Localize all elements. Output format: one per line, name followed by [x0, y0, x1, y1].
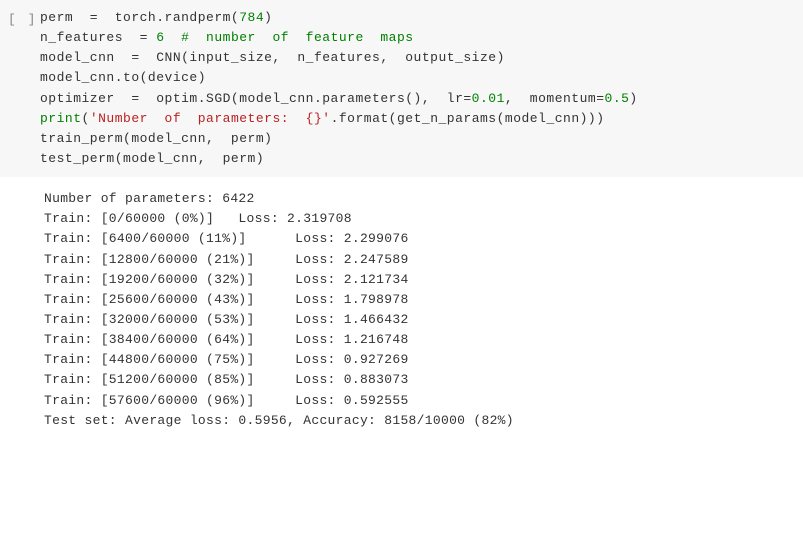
code-number: 0.5: [605, 91, 630, 106]
code-comment: # number of feature maps: [181, 30, 413, 45]
output-line: Train: [32000/60000 (53%)] Loss: 1.46643…: [44, 310, 795, 330]
code-line: n_features = 6 # number of feature maps: [40, 28, 795, 48]
code-string: 'Number of parameters: {}': [90, 111, 331, 126]
code-text: ): [629, 91, 637, 106]
output-line: Train: [38400/60000 (64%)] Loss: 1.21674…: [44, 330, 795, 350]
output-line: Number of parameters: 6422: [44, 189, 795, 209]
code-line: perm = torch.randperm(784): [40, 8, 795, 28]
code-number: 6: [156, 30, 164, 45]
code-number: 0.01: [472, 91, 505, 106]
code-text: perm = torch.randperm(: [40, 10, 239, 25]
code-builtin: print: [40, 111, 82, 126]
code-text: [165, 30, 182, 45]
code-line: train_perm(model_cnn, perm): [40, 129, 795, 149]
cell-output: Number of parameters: 6422 Train: [0/600…: [0, 177, 803, 443]
output-line: Train: [57600/60000 (96%)] Loss: 0.59255…: [44, 391, 795, 411]
code-cell[interactable]: [ ] perm = torch.randperm(784) n_feature…: [0, 0, 803, 177]
code-editor[interactable]: perm = torch.randperm(784) n_features = …: [40, 8, 803, 169]
code-text: , momentum=: [505, 91, 605, 106]
code-text: .format(get_n_params(model_cnn))): [331, 111, 605, 126]
output-line: Train: [44800/60000 (75%)] Loss: 0.92726…: [44, 350, 795, 370]
output-line: Train: [12800/60000 (21%)] Loss: 2.24758…: [44, 250, 795, 270]
code-line: model_cnn = CNN(input_size, n_features, …: [40, 48, 795, 68]
code-line: print('Number of parameters: {}'.format(…: [40, 109, 795, 129]
output-line: Train: [19200/60000 (32%)] Loss: 2.12173…: [44, 270, 795, 290]
output-line: Train: [51200/60000 (85%)] Loss: 0.88307…: [44, 370, 795, 390]
output-line: Train: [25600/60000 (43%)] Loss: 1.79897…: [44, 290, 795, 310]
code-number: 784: [239, 10, 264, 25]
code-text: (: [82, 111, 90, 126]
gutter-brackets: [ ]: [8, 12, 37, 27]
output-line: Test set: Average loss: 0.5956, Accuracy…: [44, 411, 795, 431]
code-text: optimizer = optim.SGD(model_cnn.paramete…: [40, 91, 472, 106]
output-line: Train: [6400/60000 (11%)] Loss: 2.299076: [44, 229, 795, 249]
code-line: model_cnn.to(device): [40, 68, 795, 88]
code-text: n_features =: [40, 30, 156, 45]
code-line: test_perm(model_cnn, perm): [40, 149, 795, 169]
code-text: ): [264, 10, 272, 25]
execution-count: [ ]: [8, 8, 40, 169]
output-line: Train: [0/60000 (0%)] Loss: 2.319708: [44, 209, 795, 229]
code-line: optimizer = optim.SGD(model_cnn.paramete…: [40, 89, 795, 109]
